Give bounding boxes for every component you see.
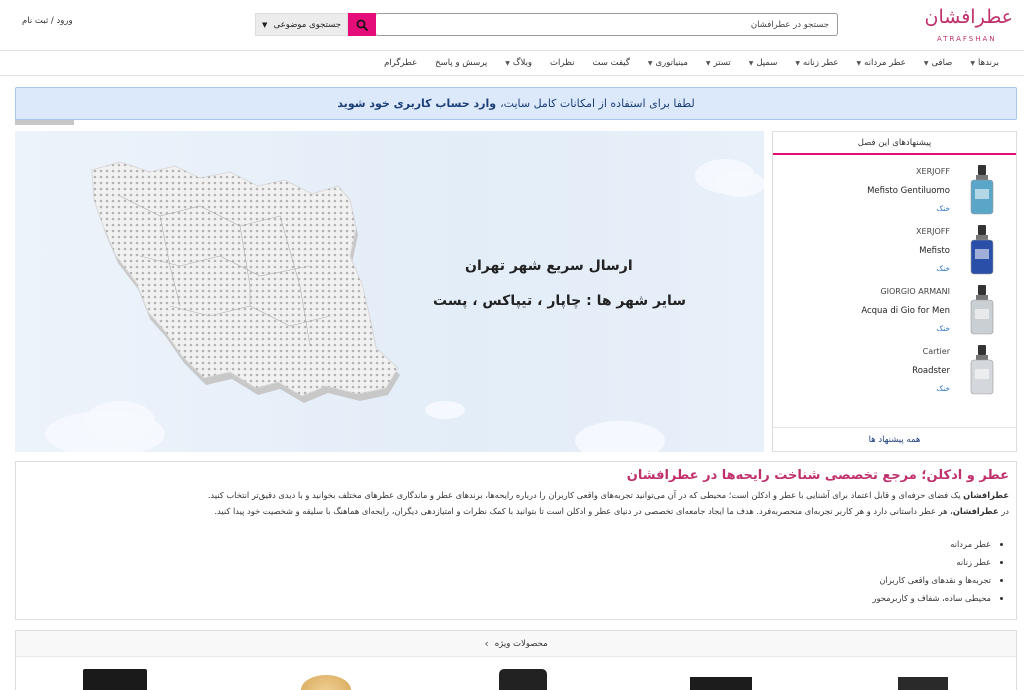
site-logo[interactable]: عطرافشان ATRAFSHAN	[925, 6, 1015, 44]
suggestion-tag[interactable]: خنک	[936, 204, 950, 213]
caret-down-icon: ▼	[923, 59, 929, 67]
search-button[interactable]	[348, 13, 376, 36]
about-list-item: تجربه‌ها و نقدهای واقعی کاربران	[23, 571, 991, 589]
brand-name-bold: عطرافشان	[952, 506, 999, 516]
suggestion-brand: XERJOFF	[916, 227, 950, 236]
suggestion-tag[interactable]: خنک	[936, 384, 950, 393]
about-paragraph-1: عطرافشان یک فضای حرفه‌ای و قابل اعتماد ب…	[207, 490, 1009, 500]
cloud-decoration	[575, 421, 665, 452]
topic-select-label: جستجوی موضوعی	[273, 19, 341, 30]
caret-down-icon: ▼	[647, 59, 653, 67]
nav-item[interactable]: عطر مردانه ▼	[847, 58, 914, 68]
iran-map-illustration	[91, 161, 400, 403]
nav-item-label: گیفت ست	[592, 58, 630, 68]
suggestion-tag[interactable]: خنک	[936, 324, 950, 333]
nav-item-label: وبلاگ	[512, 58, 533, 68]
caret-down-icon: ▼	[748, 59, 754, 67]
nav-item-label: برندها	[978, 58, 999, 68]
nav-item-label: عطر مردانه	[864, 58, 906, 68]
product-thumbnail[interactable]	[690, 677, 752, 690]
nav-item[interactable]: عطر زنانه ▼	[786, 58, 847, 68]
about-paragraph-2: در عطرافشان، هر عطر داستانی دارد و هر کا…	[214, 506, 1009, 516]
nav-item[interactable]: عطرگرام	[375, 58, 426, 68]
about-title: عطر و ادکلن؛ مرجع تخصصی شناخت رایحه‌ها د…	[626, 468, 1009, 483]
product-thumbnail[interactable]	[301, 675, 351, 690]
featured-products-title: محصولات ویژه	[494, 638, 548, 649]
product-thumbnail[interactable]	[898, 677, 948, 690]
nav-item-label: مینیاتوری	[655, 58, 688, 68]
suggestion-name: Roadster	[912, 366, 950, 376]
caret-down-icon: ▼	[262, 20, 268, 29]
cloud-decoration	[425, 401, 465, 419]
cloud-decoration	[715, 171, 764, 197]
nav-item-label: نظرات	[550, 58, 575, 68]
about-list-item: عطر زنانه	[23, 553, 991, 571]
caret-down-icon: ▼	[795, 59, 801, 67]
suggestion-item[interactable]: XERJOFF Mefisto خنک	[773, 221, 1016, 281]
about-list-item: عطر مردانه	[23, 535, 991, 553]
search-icon	[356, 19, 368, 31]
suggestion-item[interactable]: XERJOFF Mefisto Gentiluomo خنک	[773, 161, 1016, 221]
suggestion-brand: GIORGIO ARMANI	[880, 287, 950, 296]
brand-name-bold: عطرافشان	[963, 490, 1009, 500]
featured-products-header[interactable]: ‹ محصولات ویژه	[16, 631, 1016, 657]
nav-item[interactable]: پرسش و پاسخ	[426, 58, 496, 68]
nav-item[interactable]: تستر ▼	[697, 58, 740, 68]
product-thumbnail[interactable]	[499, 669, 547, 690]
nav-item[interactable]: نظرات	[541, 58, 583, 68]
suggestion-name: Acqua di Gio for Men	[861, 306, 950, 316]
perfume-bottle-icon[interactable]	[965, 283, 999, 337]
about-list-item: محیطی ساده، شفاف و کاربرمحور	[23, 589, 991, 607]
logo-latin-text: ATRAFSHAN	[937, 35, 997, 43]
about-section: عطر و ادکلن؛ مرجع تخصصی شناخت رایحه‌ها د…	[15, 461, 1017, 620]
nav-item-label: سمپل	[756, 58, 778, 68]
perfume-bottle-icon[interactable]	[965, 163, 999, 217]
suggestions-title: پیشنهادهای این فصل	[773, 132, 1016, 155]
season-suggestions-panel: پیشنهادهای این فصل XERJOFF Mefisto Gentil…	[772, 131, 1017, 452]
promo-banner[interactable]: ارسال سریع شهر تهران سایر شهر ها : چاپار…	[15, 131, 764, 452]
logo-script-text: عطرافشان	[924, 6, 1013, 28]
nav-item[interactable]: مینیاتوری ▼	[639, 58, 697, 68]
suggestion-item[interactable]: GIORGIO ARMANI Acqua di Gio for Men خنک	[773, 281, 1016, 341]
promo-subline: سایر شهر ها : چاپار ، تیپاکس ، پست	[433, 293, 687, 309]
all-suggestions-link[interactable]: همه پیشنهاد ها	[773, 427, 1016, 451]
nav-item[interactable]: گیفت ست	[583, 58, 638, 68]
caret-down-icon: ▼	[970, 59, 976, 67]
promo-headline: ارسال سریع شهر تهران	[465, 258, 633, 274]
nav-item[interactable]: وبلاگ ▼	[496, 58, 541, 68]
login-notice-text: لطفا برای استفاده از امکانات کامل سایت،	[500, 97, 695, 110]
nav-item-label: تستر	[713, 58, 731, 68]
search-input[interactable]	[375, 13, 838, 36]
suggestion-tag[interactable]: خنک	[936, 264, 950, 273]
product-thumbnail[interactable]	[83, 669, 147, 690]
nav-list: برندها ▼ صافی ▼ عطر مردانه ▼ عطر زنانه ▼ سمپل ▼ تس…	[375, 51, 1008, 75]
login-notice-banner: لطفا برای استفاده از امکانات کامل سایت، …	[15, 87, 1017, 120]
nav-item[interactable]: سمپل ▼	[740, 58, 787, 68]
caret-down-icon: ▼	[705, 59, 711, 67]
nav-item[interactable]: برندها ▼	[961, 58, 1008, 68]
caret-down-icon: ▼	[505, 59, 510, 67]
topic-search-select[interactable]: جستجوی موضوعی ▼	[255, 13, 348, 36]
featured-products-section: ‹ محصولات ویژه	[15, 630, 1017, 690]
suggestion-name: Mefisto	[919, 246, 950, 256]
suggestion-item[interactable]: Cartier Roadster خنک	[773, 341, 1016, 401]
site-header: عطرافشان ATRAFSHAN جستجوی موضوعی ▼ ورود …	[0, 0, 1024, 50]
nav-item-label: پرسش و پاسخ	[435, 58, 488, 68]
main-nav: برندها ▼ صافی ▼ عطر مردانه ▼ عطر زنانه ▼ سمپل ▼ تس…	[0, 50, 1024, 125]
caret-down-icon: ▼	[856, 59, 862, 67]
suggestion-brand: Cartier	[922, 347, 950, 356]
perfume-bottle-icon[interactable]	[965, 223, 999, 277]
nav-item-label: عطر زنانه	[803, 58, 839, 68]
login-notice-link[interactable]: وارد حساب کاربری خود شوید	[337, 97, 496, 110]
perfume-bottle-icon[interactable]	[965, 343, 999, 397]
nav-item[interactable]: صافی ▼	[915, 58, 962, 68]
login-register-link[interactable]: ورود / ثبت نام	[22, 16, 73, 26]
about-feature-list: عطر مردانهعطر زنانهتجربه‌ها و نقدهای واق…	[23, 535, 1009, 607]
nav-item-label: عطرگرام	[384, 58, 418, 68]
nav-item-label: صافی	[931, 58, 953, 68]
suggestion-name: Mefisto Gentiluomo	[867, 186, 950, 196]
chevron-left-icon[interactable]: ‹	[484, 637, 488, 650]
suggestion-brand: XERJOFF	[916, 167, 950, 176]
